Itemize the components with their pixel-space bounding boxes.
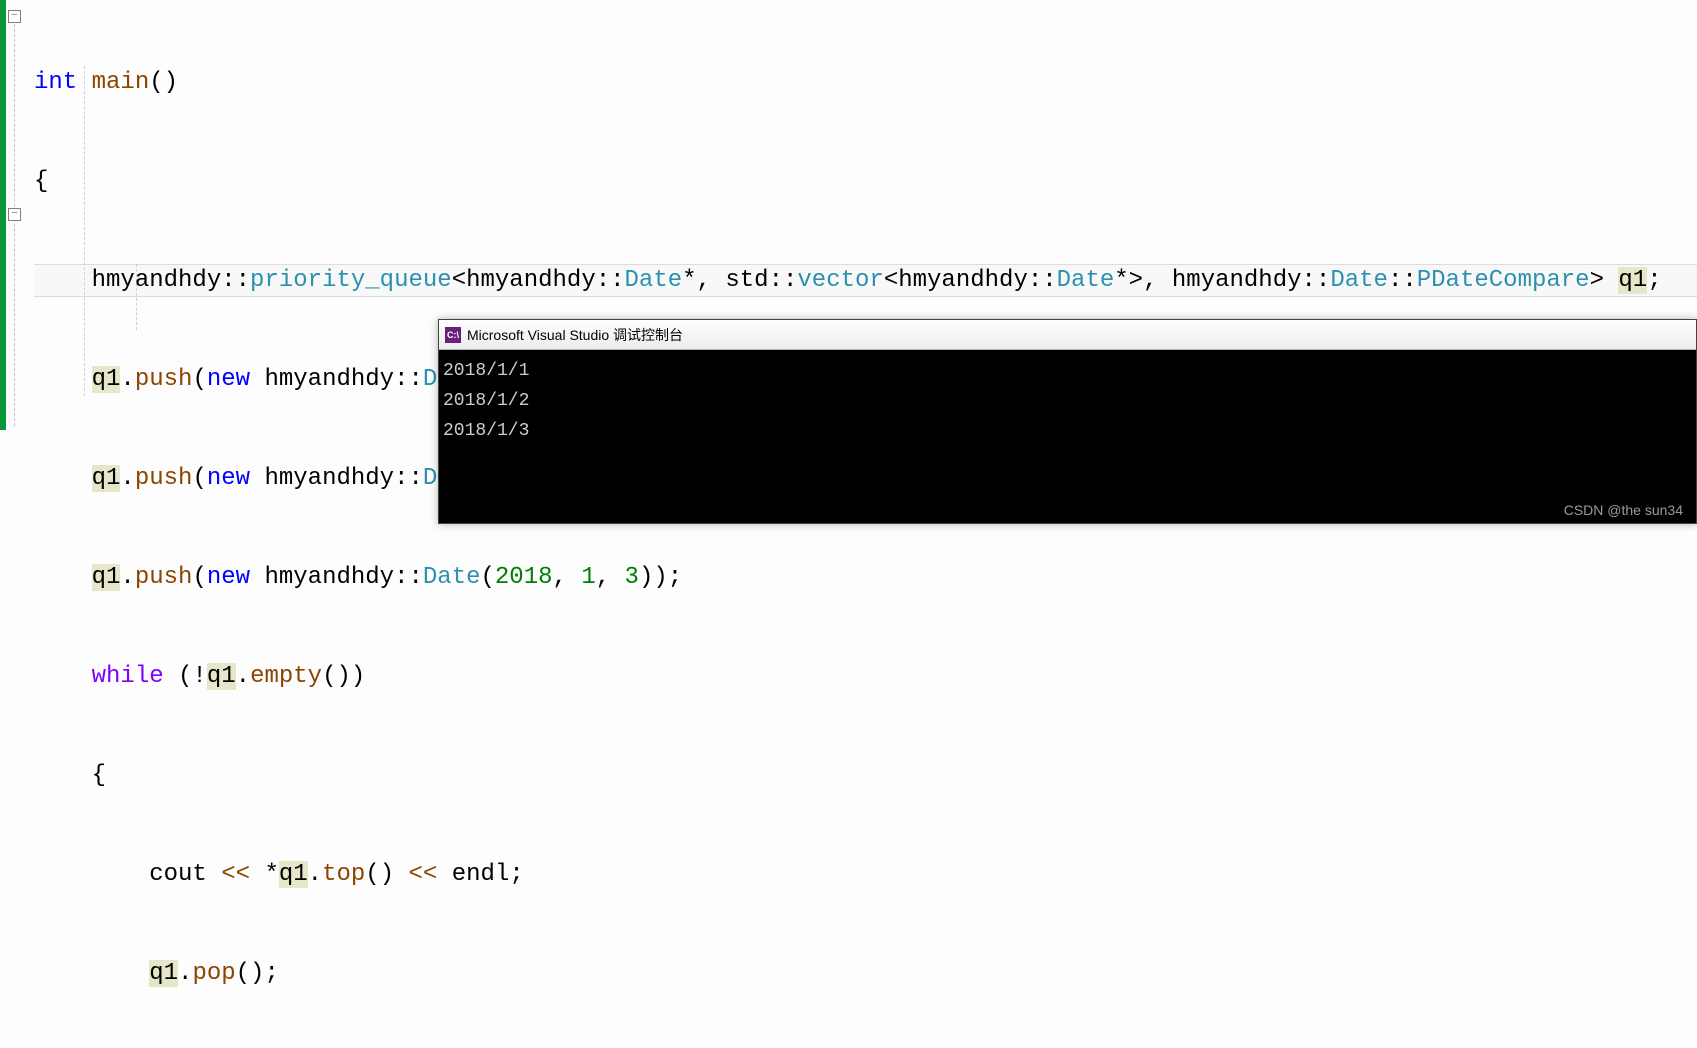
fold-toggle[interactable]: − — [8, 10, 21, 23]
debug-console-window[interactable]: C:\ Microsoft Visual Studio 调试控制台 2018/1… — [438, 319, 1697, 524]
variable-q1: q1 — [92, 366, 121, 393]
variable-q1: q1 — [149, 960, 178, 987]
vs-console-icon: C:\ — [445, 327, 461, 343]
code-line[interactable]: q1.pop(); — [34, 957, 1662, 990]
variable-q1: q1 — [92, 465, 121, 492]
code-line[interactable]: hmyandhdy::priority_queue<hmyandhdy::Dat… — [34, 264, 1662, 297]
variable-q1: q1 — [92, 564, 121, 591]
function-main: main — [92, 69, 150, 96]
console-line: 2018/1/3 — [443, 416, 1692, 446]
fold-line — [14, 24, 15, 426]
variable-q1: q1 — [1618, 267, 1647, 294]
code-line[interactable]: cout << *q1.top() << endl; — [34, 858, 1662, 891]
variable-q1: q1 — [279, 861, 308, 888]
watermark-text: CSDN @the sun34 — [1564, 502, 1683, 518]
code-line[interactable]: q1.push(new hmyandhdy::Date(2018, 1, 3))… — [34, 561, 1662, 594]
modification-bar — [0, 0, 6, 430]
console-line: 2018/1/2 — [443, 386, 1692, 416]
console-titlebar[interactable]: C:\ Microsoft Visual Studio 调试控制台 — [439, 320, 1696, 350]
keyword-int: int — [34, 69, 77, 96]
variable-q1: q1 — [207, 663, 236, 690]
code-content[interactable]: int main() { hmyandhdy::priority_queue<h… — [34, 0, 1662, 1048]
code-line[interactable]: int main() — [34, 66, 1662, 99]
console-line: 2018/1/1 — [443, 356, 1692, 386]
code-line[interactable]: { — [34, 759, 1662, 792]
console-output[interactable]: 2018/1/1 2018/1/2 2018/1/3 — [439, 350, 1696, 452]
fold-toggle[interactable]: − — [8, 208, 21, 221]
console-title-text: Microsoft Visual Studio 调试控制台 — [467, 325, 683, 345]
type-priority-queue: priority_queue — [250, 267, 452, 294]
code-line[interactable]: { — [34, 165, 1662, 198]
code-line[interactable]: while (!q1.empty()) — [34, 660, 1662, 693]
keyword-while: while — [92, 663, 178, 690]
